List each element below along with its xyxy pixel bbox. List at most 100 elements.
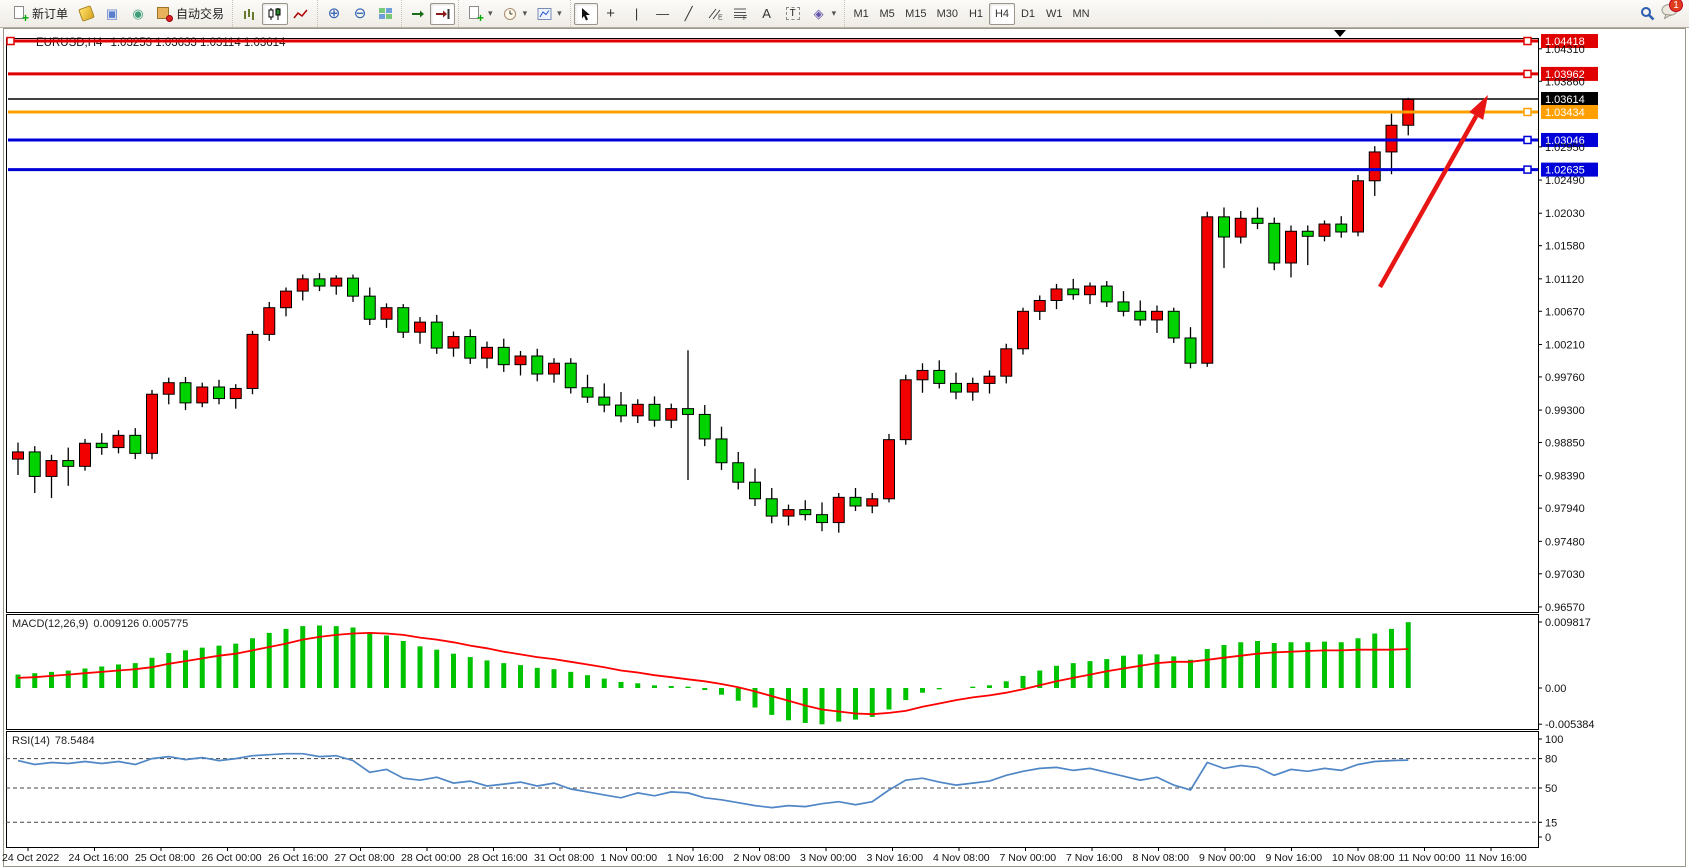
candle-body-down xyxy=(364,296,375,319)
timeframe-w1[interactable]: W1 xyxy=(1041,3,1068,25)
candle-body-up xyxy=(783,510,794,516)
candle-body-up xyxy=(1018,311,1029,348)
svg-text:E: E xyxy=(718,15,723,21)
candle-body-down xyxy=(683,409,694,415)
autotrading-button[interactable]: 自动交易 xyxy=(151,3,229,25)
line-handle[interactable] xyxy=(1524,108,1531,115)
zoom-in-button[interactable]: ⊕ xyxy=(321,3,347,25)
text-label-button[interactable]: T xyxy=(780,3,806,25)
bar-chart-button[interactable] xyxy=(236,3,262,25)
toolbar-group-zoom: ⊕⊖ xyxy=(317,0,401,27)
candle-body-down xyxy=(348,278,359,296)
candle-body-up xyxy=(80,443,91,466)
candle-body-down xyxy=(733,463,744,482)
candle-body-down xyxy=(716,439,727,463)
candlestick-chart-button[interactable] xyxy=(262,3,288,25)
timeframe-mn[interactable]: MN xyxy=(1067,3,1094,25)
candle-body-down xyxy=(766,499,777,516)
search-icon[interactable] xyxy=(1639,6,1655,21)
time-tick-label: 27 Oct 08:00 xyxy=(335,852,395,864)
toolbar-group-scroll xyxy=(401,0,458,27)
rsi-panel xyxy=(7,732,1539,848)
toolbar-group-objects-menus: +▾▾▾ xyxy=(458,0,570,27)
timeframe-h1[interactable]: H1 xyxy=(963,3,989,25)
time-tick-label: 3 Nov 00:00 xyxy=(800,852,857,864)
trendline-button[interactable]: ╱ xyxy=(676,3,702,25)
tile-windows-button[interactable] xyxy=(373,3,398,25)
metaeditor-button[interactable] xyxy=(73,3,99,25)
candle-body-down xyxy=(532,356,543,374)
new-order-button[interactable]: +新订单 xyxy=(7,3,73,25)
line-handle[interactable] xyxy=(1524,70,1531,77)
candle-body-up xyxy=(984,376,995,383)
candle-body-down xyxy=(214,387,225,399)
channel-button[interactable]: E xyxy=(702,3,728,25)
chart-canvas[interactable]: EURUSD,H41.03253 1.03633 1.03114 1.03614… xyxy=(0,28,1689,868)
timeframe-m5[interactable]: M5 xyxy=(874,3,900,25)
candle-body-up xyxy=(1319,224,1330,236)
arrows-button[interactable]: ◈▾ xyxy=(806,3,842,25)
line-handle[interactable] xyxy=(7,38,14,45)
candle-body-up xyxy=(247,334,258,388)
candle-body-down xyxy=(1068,289,1079,295)
candle-body-down xyxy=(1135,311,1146,320)
templates-button[interactable]: ▾ xyxy=(532,3,567,25)
timeframe-d1[interactable]: D1 xyxy=(1015,3,1041,25)
periods-button[interactable]: ▾ xyxy=(498,3,533,25)
candle-body-up xyxy=(297,279,308,291)
chart-shift-marker[interactable] xyxy=(1334,30,1346,37)
candle-body-down xyxy=(130,435,141,453)
price-tick-label: 0.97940 xyxy=(1545,503,1585,515)
line-handle[interactable] xyxy=(1524,136,1531,143)
chevron-down-icon: ▾ xyxy=(557,8,562,19)
candle-body-up xyxy=(448,337,459,349)
signals-button[interactable]: ◉ xyxy=(125,3,151,25)
terminal-button[interactable]: ▣ xyxy=(99,3,125,25)
notifications-button[interactable]: 1 xyxy=(1661,3,1677,24)
candle xyxy=(1018,308,1029,355)
timeframe-m15[interactable]: M15 xyxy=(900,3,931,25)
timeframe-m1[interactable]: M1 xyxy=(848,3,874,25)
price-tick-label: 1.02950 xyxy=(1545,142,1585,154)
toolbar-group-trade: +新订单 ▣◉自动交易 xyxy=(4,0,232,27)
price-tick-label: 0.98390 xyxy=(1545,471,1585,483)
line-handle[interactable] xyxy=(1524,38,1531,45)
text-button[interactable]: A xyxy=(754,3,780,25)
time-axis[interactable]: 24 Oct 202224 Oct 16:0025 Oct 08:0026 Oc… xyxy=(2,847,1527,864)
candle-body-up xyxy=(1235,218,1246,237)
fibonacci-button[interactable]: F xyxy=(728,3,754,25)
vertical-line-button[interactable]: | xyxy=(624,3,650,25)
cursor-button[interactable] xyxy=(574,3,598,25)
price-tick-label: 0.98850 xyxy=(1545,438,1585,450)
toolbar-right: 1 xyxy=(1639,3,1685,24)
indicators-button[interactable]: +▾ xyxy=(462,3,498,25)
timeframe-m30[interactable]: M30 xyxy=(932,3,963,25)
time-tick-label: 2 Nov 08:00 xyxy=(734,852,791,864)
candle-body-up xyxy=(1034,300,1045,311)
rsi-tick-label: 15 xyxy=(1545,817,1557,829)
notification-badge: 1 xyxy=(1669,0,1683,12)
line-chart-button[interactable] xyxy=(288,3,314,25)
candle-body-up xyxy=(900,380,911,440)
time-tick-label: 24 Oct 2022 xyxy=(2,852,59,864)
candle-body-up xyxy=(1369,152,1380,181)
crosshair-button[interactable]: + xyxy=(598,3,624,25)
rsi-tick-label: 100 xyxy=(1545,734,1563,746)
horizontal-line-button[interactable]: — xyxy=(650,3,676,25)
zoom-out-button[interactable]: ⊖ xyxy=(347,3,373,25)
candle-body-down xyxy=(699,414,710,439)
candle-body-up xyxy=(833,497,844,522)
macd-tick-label: 0.009817 xyxy=(1545,617,1591,629)
price-axis[interactable]: 1.043101.038601.029501.024901.020301.015… xyxy=(1538,44,1585,614)
candle-body-down xyxy=(616,405,627,416)
candle-body-up xyxy=(549,363,560,374)
auto-scroll-button[interactable] xyxy=(405,3,430,25)
candle-body-down xyxy=(1252,218,1263,223)
candle-body-up xyxy=(281,291,292,308)
timeframe-h4[interactable]: H4 xyxy=(989,3,1015,25)
candle-body-up xyxy=(1202,217,1213,363)
line-handle[interactable] xyxy=(1524,166,1531,173)
chart-shift-button[interactable] xyxy=(430,3,455,25)
time-tick-label: 8 Nov 08:00 xyxy=(1133,852,1190,864)
macd-tick-label: 0.00 xyxy=(1545,683,1566,695)
